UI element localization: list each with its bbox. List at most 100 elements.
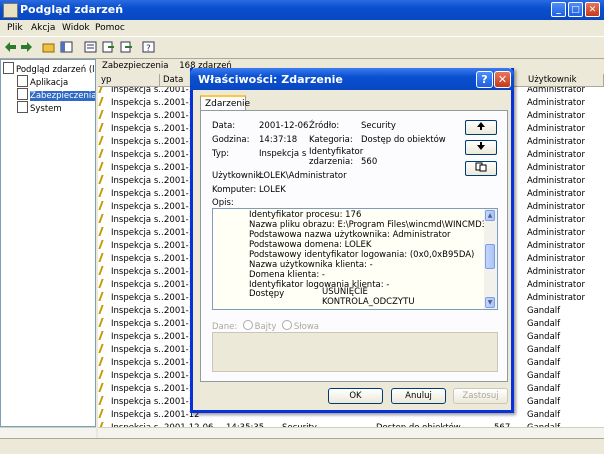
audit-success-key-icon	[98, 123, 111, 132]
refresh-icon[interactable]	[102, 41, 115, 53]
menu-action[interactable]: Akcja	[31, 23, 55, 33]
table-cell-user: Gandalf	[527, 371, 561, 381]
description-line: Domena klienta: -	[249, 270, 325, 280]
audit-success-key-icon	[98, 292, 111, 301]
menu-file[interactable]: Plik	[7, 23, 23, 33]
properties-icon[interactable]	[84, 41, 97, 53]
table-cell-type: Inspekcja s...	[98, 344, 166, 357]
table-cell-type: Inspekcja s...	[98, 227, 166, 240]
back-arrow-icon[interactable]	[4, 41, 17, 53]
table-cell-type: Inspekcja s...	[98, 201, 166, 214]
table-cell-user: Administrator	[527, 176, 585, 186]
dialog-close-button[interactable]: ✕	[494, 71, 511, 88]
audit-success-key-icon	[98, 331, 111, 340]
table-cell-user: Administrator	[527, 87, 585, 95]
table-cell-user: Administrator	[527, 228, 585, 238]
arrow-down-icon	[477, 142, 485, 150]
table-cell-type: Inspekcja s...	[98, 253, 166, 266]
table-cell-type: Inspekcja s...	[98, 240, 166, 253]
audit-success-key-icon	[98, 305, 111, 314]
cancel-button[interactable]: Anuluj	[391, 388, 446, 404]
dialog-help-button[interactable]: ?	[476, 71, 493, 88]
audit-success-key-icon	[98, 188, 111, 197]
event-viewer-icon	[3, 3, 18, 18]
copy-button[interactable]	[465, 161, 497, 176]
status-bar	[0, 438, 604, 454]
help-icon[interactable]: ?	[142, 41, 155, 53]
table-cell-user: Administrator	[527, 111, 585, 121]
tree-item-system[interactable]: System	[17, 101, 62, 114]
source-value: Security	[361, 121, 396, 131]
column-type[interactable]: yp	[98, 74, 160, 87]
event-viewer-icon	[3, 62, 14, 74]
description-line: Dostępy	[249, 289, 285, 299]
source-label: Źródło:	[309, 121, 340, 131]
export-list-icon[interactable]	[120, 41, 133, 53]
table-cell-type: Inspekcja s...	[98, 214, 166, 227]
maximize-button[interactable]: □	[568, 2, 583, 17]
dialog-titlebar[interactable]: Właściwości: Zdarzenie ? ✕	[190, 68, 514, 90]
date-value: 2001-12-06	[259, 121, 309, 131]
table-cell-user: Administrator	[527, 124, 585, 134]
table-cell-type: Inspekcja s...	[98, 162, 166, 175]
table-cell-type: Inspekcja s...	[98, 331, 166, 344]
time-label: Godzina:	[212, 135, 250, 145]
audit-success-key-icon	[98, 110, 111, 119]
ok-button[interactable]: OK	[328, 388, 383, 404]
menu-view[interactable]: Widok	[62, 23, 90, 33]
table-cell-type: Inspekcja s...	[98, 149, 166, 162]
table-cell-user: Administrator	[527, 150, 585, 160]
table-cell-user: Administrator	[527, 98, 585, 108]
data-box[interactable]	[212, 332, 498, 372]
table-cell-type: Inspekcja s...	[98, 370, 166, 383]
words-radio[interactable]	[281, 320, 292, 330]
menu-help[interactable]: Pomoc	[95, 23, 125, 33]
tree-pane: Podgląd zdarzeń (loka Aplikacja Zabezpie…	[0, 59, 96, 427]
audit-success-key-icon	[98, 136, 111, 145]
tree-item-root[interactable]: Podgląd zdarzeń (loka	[3, 62, 95, 75]
forward-arrow-icon[interactable]	[20, 41, 33, 53]
up-folder-icon[interactable]	[42, 41, 55, 53]
audit-success-key-icon	[98, 227, 111, 236]
audit-success-key-icon	[98, 214, 111, 223]
show-tree-icon[interactable]	[60, 41, 73, 53]
type-label: Typ:	[212, 149, 230, 159]
scroll-down-icon[interactable]: ▼	[485, 297, 495, 308]
tree-item-application[interactable]: Aplikacja	[17, 75, 68, 88]
audit-success-key-icon	[98, 279, 111, 288]
tree-item-security[interactable]: Zabezpieczenia	[17, 88, 95, 101]
audit-success-key-icon	[98, 97, 111, 106]
scroll-up-icon[interactable]: ▲	[485, 210, 495, 221]
audit-success-key-icon	[98, 357, 111, 366]
scroll-thumb[interactable]	[485, 244, 495, 269]
description-label: Opis:	[212, 198, 234, 208]
description-box[interactable]: Identyfikator procesu: 176 Nazwa pliku o…	[212, 208, 498, 310]
bytes-radio[interactable]	[242, 320, 253, 330]
description-scrollbar[interactable]: ▲ ▼	[484, 209, 497, 309]
close-button[interactable]: ✕	[585, 2, 600, 17]
previous-event-button[interactable]	[465, 120, 497, 135]
table-cell-user: Gandalf	[527, 384, 561, 394]
table-cell-user: Administrator	[527, 267, 585, 277]
table-cell-type: Inspekcja s...	[98, 396, 166, 409]
next-event-button[interactable]	[465, 140, 497, 155]
computer-value: LOLEK	[259, 185, 286, 195]
apply-button[interactable]: Zastosuj	[453, 388, 508, 404]
window-titlebar[interactable]: Podgląd zdarzeń _ □ ✕	[0, 0, 604, 20]
audit-success-key-icon	[98, 87, 111, 93]
description-line: Identyfikator procesu: 176	[249, 210, 362, 220]
table-cell-type: Inspekcja s...	[98, 123, 166, 136]
column-user[interactable]: Użytkownik	[525, 74, 604, 87]
table-cell-type: Inspekcja s...	[98, 87, 166, 97]
audit-success-key-icon	[98, 409, 111, 418]
table-cell-user: Gandalf	[527, 397, 561, 407]
audit-success-key-icon	[98, 253, 111, 262]
minimize-button[interactable]: _	[551, 2, 566, 17]
category-value: Dostęp do obiektów	[361, 135, 446, 145]
table-cell-user: Administrator	[527, 137, 585, 147]
description-line: Podstawowa nazwa użytkownika: Administra…	[249, 230, 451, 240]
arrow-up-icon	[477, 122, 485, 130]
table-cell-type: Inspekcja s...	[98, 136, 166, 149]
table-cell-user: Administrator	[527, 280, 585, 290]
menu-bar: Plik Akcja Widok Pomoc	[0, 20, 604, 36]
